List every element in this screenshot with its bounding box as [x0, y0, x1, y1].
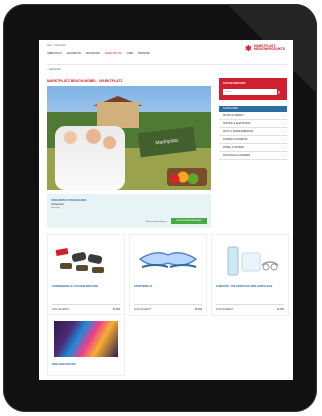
search-icon[interactable]: ⌕ — [275, 89, 283, 97]
header-bar: Start · Marktplatz ÜBERSICHT ANGEBOTE AN… — [47, 44, 287, 62]
breadcrumb: Start · Marktplatz — [47, 44, 67, 47]
sidebar-item-category[interactable]: FAHRZEUG ZUBEHÖR › — [219, 137, 287, 144]
sidebar-item-category[interactable]: SPORT & FREIZEIT › — [219, 113, 287, 120]
product-link[interactable]: ZUM ANGEBOT — [216, 308, 233, 311]
product-card[interactable]: ZUBEHÖR · DIE PERFEKTE BRILLENPFLEGE ZUM… — [211, 234, 289, 316]
sidebar-item-label: SONSTIGES & ANDERES — [223, 155, 251, 157]
sidebar-item-label: TECHNIK & ELEKTRONIK — [223, 123, 251, 125]
sidebar-item-category[interactable]: ANTIK & SAMMLERBEDARF › — [219, 129, 287, 136]
site-logo[interactable]: ✱ MARKTPLATZ MEDIZINPRODUKTE — [245, 44, 287, 56]
header-divider — [47, 64, 287, 65]
product-name: SPORTBRILLE — [134, 285, 153, 288]
search-title: SUCHFUNKTION — [223, 81, 246, 85]
search-panel: SUCHFUNKTION ⌕ — [219, 78, 287, 100]
chevron-right-icon: › — [283, 139, 284, 141]
product-price: 35,00€ — [194, 308, 202, 311]
glasses-care-image — [227, 246, 279, 276]
search-input[interactable] — [223, 89, 277, 95]
page-title: MARKTPLATZ BRUCH-MÖBEL · MARKTPLATZ — [47, 79, 123, 83]
sidebar-item-category[interactable]: MÖBEL & WOHNEN › — [219, 145, 287, 152]
info-subtitle2: Samstag — [51, 207, 60, 209]
product-name: BRILLENFASSUNG — [52, 363, 76, 366]
chevron-right-icon: › — [283, 147, 284, 149]
sport-glasses-image — [138, 252, 198, 268]
product-card[interactable]: SPORTBRILLE ZUM ANGEBOT 35,00€ — [129, 234, 207, 316]
product-name: ZUBEHÖR · DIE PERFEKTE BRILLENPFLEGE — [216, 285, 273, 288]
sunglasses-image — [55, 248, 104, 273]
sidebar-item-category[interactable]: TECHNIK & ELEKTRONIK › — [219, 121, 287, 128]
hero-banner: Marktplatz — [47, 86, 211, 190]
product-card[interactable]: SONNENBRILLE AUS DEM BESTAND ZUM ANGEBOT… — [47, 234, 125, 316]
logo-mark-icon: ✱ — [245, 44, 252, 53]
sidebar-item-label: MÖBEL & WOHNEN — [223, 147, 245, 149]
tablet-screen: Start · Marktplatz ÜBERSICHT ANGEBOTE AN… — [39, 40, 293, 380]
frames-image — [54, 321, 118, 357]
info-title: VERANSTALTUNGEN 2024 — [51, 198, 87, 202]
home-link[interactable]: ⌂ Marktplatz — [47, 68, 61, 71]
nav-item-anfragen[interactable]: ANFRAGEN — [86, 52, 100, 55]
info-box: VERANSTALTUNGEN 2024 Trödelmarkt Samstag… — [47, 194, 211, 228]
product-price: 25,00€ — [112, 308, 120, 311]
product-divider — [134, 304, 202, 305]
product-divider — [52, 304, 120, 305]
sidebar: SUCHFUNKTION ⌕ KATEGORIE SPORT & FREIZEI… — [219, 78, 287, 238]
hero-house — [97, 102, 139, 128]
sidebar-item-label: FAHRZEUG ZUBEHÖR — [223, 139, 248, 141]
chevron-right-icon: › — [283, 123, 284, 125]
chevron-right-icon: › — [283, 115, 284, 117]
product-name: SONNENBRILLE AUS DEM BESTAND — [52, 285, 99, 288]
info-link[interactable]: Weitere Informationen — [146, 221, 167, 223]
nav-item-marktplatz[interactable]: MARKTPLATZ — [105, 52, 122, 55]
logo-text: MARKTPLATZ MEDIZINPRODUKTE — [254, 44, 285, 52]
hero-family-photo — [55, 126, 125, 190]
nav-item-jobs[interactable]: JOBS — [126, 52, 133, 55]
hero-fruit-crate — [167, 168, 207, 186]
main-nav: ÜBERSICHT ANGEBOTE ANFRAGEN MARKTPLATZ J… — [47, 52, 154, 55]
info-subtitle: Trödelmarkt — [51, 203, 64, 206]
product-link[interactable]: ZUM ANGEBOT — [134, 308, 151, 311]
sidebar-item-category[interactable]: SONSTIGES & ANDERES › — [219, 153, 287, 160]
product-link[interactable]: ZUM ANGEBOT — [52, 308, 69, 311]
sidebar-item-label: ANTIK & SAMMLERBEDARF — [223, 131, 254, 133]
info-cta-button[interactable]: Zu den Veranstaltungen — [171, 218, 207, 224]
category-header: KATEGORIE — [219, 106, 287, 112]
product-price: 19,00€ — [276, 308, 284, 311]
tablet-device-frame: Start · Marktplatz ÜBERSICHT ANGEBOTE AN… — [3, 4, 317, 412]
chevron-right-icon: › — [283, 155, 284, 157]
sidebar-item-label: SPORT & FREIZEIT — [223, 115, 244, 117]
nav-item-uebersicht[interactable]: ÜBERSICHT — [47, 52, 62, 55]
logo-text-line2: MEDIZINPRODUKTE — [254, 47, 285, 52]
nav-item-termine[interactable]: TERMINE — [138, 52, 150, 55]
chevron-right-icon: › — [283, 131, 284, 133]
nav-item-angebote[interactable]: ANGEBOTE — [67, 52, 81, 55]
product-card[interactable]: BRILLENFASSUNG — [47, 314, 125, 376]
product-divider — [216, 304, 284, 305]
